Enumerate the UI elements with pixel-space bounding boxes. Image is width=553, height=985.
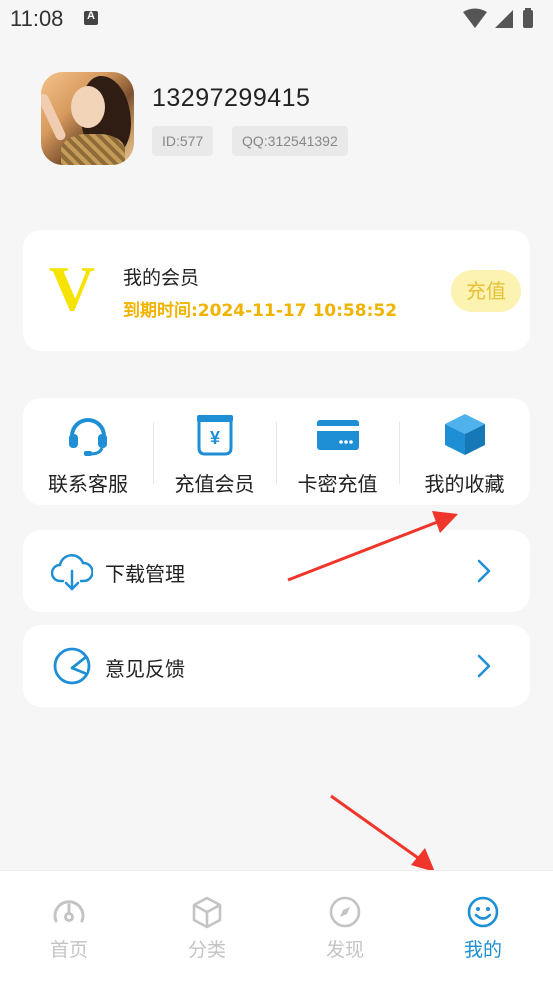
tab-discover[interactable]: 发现 [276,871,414,985]
smiley-icon [467,896,499,928]
compass-icon [329,896,361,928]
quick-action-label: 我的收藏 [424,472,505,496]
cube-icon [444,414,485,455]
tab-label: 分类 [187,939,226,961]
qq-chip: QQ:312541392 [232,126,348,156]
tab-label: 发现 [325,939,364,961]
status-indicators [463,8,533,28]
feedback-icon [53,647,91,685]
quick-action-card-recharge[interactable]: 卡密充值 [276,398,399,505]
notification-letter: A [87,10,95,22]
quick-actions-card: 联系客服 ¥ 充值会员 卡密充值 我的收藏 [23,398,530,505]
quick-action-label: 卡密充值 [297,472,378,496]
battery-icon [523,10,533,28]
status-bar: 11:08 A [0,0,553,40]
yuan-bag-icon: ¥ [196,415,233,456]
box-icon [192,896,222,929]
tab-label: 首页 [49,939,88,961]
tab-home[interactable]: 首页 [0,871,138,985]
bottom-tab-bar: 首页 分类 发现 我的 [0,870,553,985]
card-icon [316,420,359,450]
signal-icon [495,10,513,28]
cloud-download-icon [51,554,93,591]
menu-row-label: 下载管理 [105,562,185,586]
id-chip: ID:577 [152,126,214,156]
chevron-right-icon [477,654,491,678]
tab-mine[interactable]: 我的 [414,871,552,985]
chevron-right-icon [477,559,491,583]
menu-row-label: 意见反馈 [105,657,185,681]
headset-icon [69,418,107,456]
recharge-button[interactable]: 充值 [451,270,521,312]
vip-title: 我的会员 [123,267,200,289]
annotation-arrow-icon [287,511,458,582]
tab-label: 我的 [463,939,502,961]
vip-card[interactable]: V 我的会员 到期时间:2024-11-17 10:58:52 充值 [23,230,530,351]
avatar[interactable] [41,72,134,165]
quick-action-label: 联系客服 [48,472,128,496]
tab-category[interactable]: 分类 [138,871,276,985]
vip-logo-letter: V [49,258,95,316]
quick-action-contact-service[interactable]: 联系客服 [23,398,153,505]
status-time: 11:08 [10,6,64,31]
menu-row-feedback[interactable]: 意见反馈 [23,625,530,707]
vip-expiry: 到期时间:2024-11-17 10:58:52 [123,301,398,321]
notification-a-icon: A [84,10,98,25]
wifi-icon [463,8,487,28]
quick-action-recharge-vip[interactable]: ¥ 充值会员 [153,398,276,505]
annotation-arrow-icon [330,794,435,872]
quick-action-my-favorites[interactable]: 我的收藏 [399,398,530,505]
gauge-icon [53,900,85,923]
profile-phone: 13297299415 [152,84,311,112]
svg-text:¥: ¥ [209,428,219,448]
vip-logo-icon: V [49,258,95,316]
quick-action-label: 充值会员 [174,472,255,496]
